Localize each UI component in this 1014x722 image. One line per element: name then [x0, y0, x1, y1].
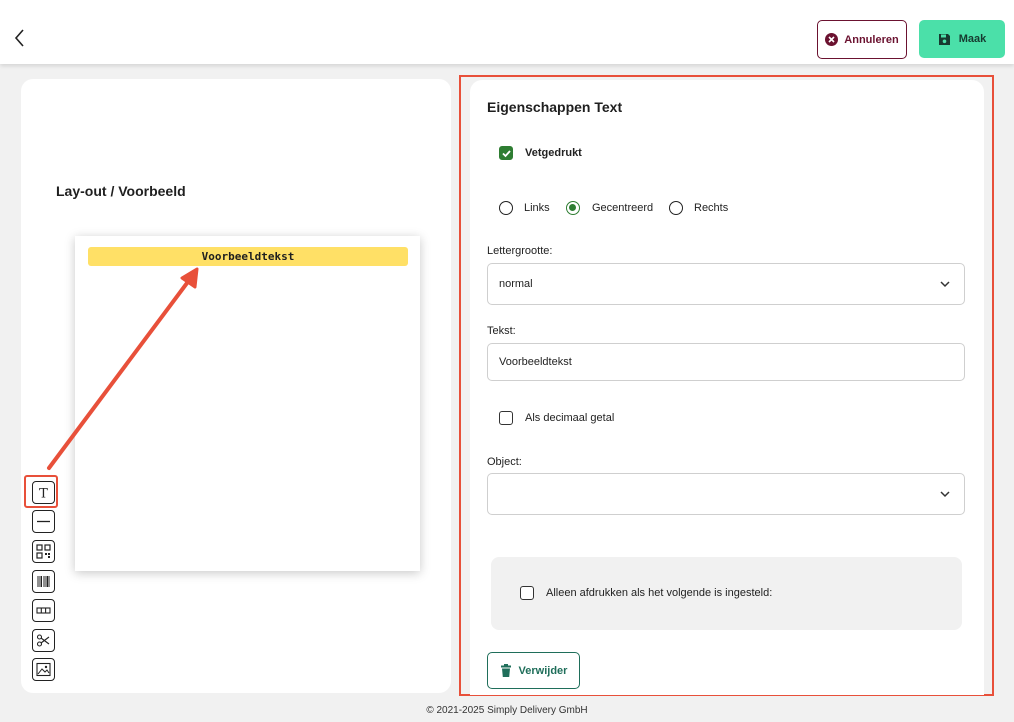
text-tool-button[interactable]: T — [32, 481, 55, 504]
text-tool-icon: T — [39, 487, 48, 501]
barcode-tool-button[interactable] — [32, 570, 55, 593]
back-button[interactable] — [10, 26, 32, 50]
align-right-label: Rechts — [694, 202, 729, 214]
text-input-value: Voorbeeldtekst — [499, 356, 572, 368]
footer-copyright: © 2021-2025 Simply Delivery GmbH — [426, 705, 588, 716]
save-button-label: Maak — [958, 33, 987, 45]
floppy-disk-icon — [938, 33, 950, 45]
scissors-tool-button[interactable] — [32, 629, 55, 652]
print-condition-checkbox[interactable] — [520, 586, 534, 600]
chevron-left-icon — [14, 29, 24, 47]
align-left-label: Links — [524, 202, 550, 214]
align-center-label: Gecentreerd — [592, 202, 654, 214]
scissors-tool-icon — [36, 634, 50, 647]
svg-text:T: T — [39, 487, 48, 501]
text-label: Tekst: — [487, 325, 516, 337]
bold-checkbox[interactable] — [499, 146, 513, 160]
text-input[interactable]: Voorbeeldtekst — [487, 343, 965, 381]
qr-code-tool-icon — [36, 544, 51, 559]
align-right-radio[interactable] — [669, 201, 683, 215]
bold-label: Vetgedrukt — [525, 147, 582, 159]
layout-title: Lay-out / Voorbeeld — [56, 183, 186, 199]
image-tool-button[interactable] — [32, 658, 55, 681]
barcode-tool-icon — [37, 576, 50, 587]
top-bar: Annuleren Maak — [0, 0, 1014, 64]
layout-preview-panel: Lay-out / Voorbeeld Voorbeeldtekst T — [21, 79, 451, 693]
object-label: Object: — [487, 456, 522, 468]
align-center-radio[interactable] — [566, 201, 580, 215]
preview-text-element[interactable]: Voorbeeldtekst — [88, 247, 408, 266]
print-condition-box: Alleen afdrukken als het volgende is ing… — [491, 557, 962, 630]
qr-code-tool-button[interactable] — [32, 540, 55, 563]
x-circle-icon — [825, 33, 839, 46]
delete-button-label: Verwijder — [518, 664, 568, 677]
line-tool-button[interactable] — [32, 510, 55, 533]
delete-button[interactable]: Verwijder — [487, 652, 580, 689]
properties-panel: Eigenschappen Text Vetgedrukt Links Gece… — [470, 80, 984, 695]
table-tool-button[interactable] — [32, 599, 55, 622]
font-size-label: Lettergrootte: — [487, 245, 553, 257]
font-size-value: normal — [499, 278, 533, 290]
cancel-button-label: Annuleren — [844, 33, 899, 46]
preview-canvas[interactable]: Voorbeeldtekst — [75, 236, 420, 571]
print-condition-label: Alleen afdrukken als het volgende is ing… — [546, 587, 773, 599]
cancel-button[interactable]: Annuleren — [817, 20, 907, 59]
align-left-radio[interactable] — [499, 201, 513, 215]
font-size-select[interactable]: normal — [487, 263, 965, 305]
checkmark-icon — [501, 149, 511, 157]
trash-icon — [500, 664, 511, 677]
chevron-down-icon — [940, 491, 950, 498]
image-tool-icon — [36, 662, 51, 677]
decimal-label: Als decimaal getal — [525, 412, 615, 424]
line-tool-icon — [37, 520, 50, 523]
object-select[interactable] — [487, 473, 965, 515]
decimal-checkbox[interactable] — [499, 411, 513, 425]
table-tool-icon — [36, 607, 51, 614]
properties-title: Eigenschappen Text — [487, 99, 623, 115]
save-button[interactable]: Maak — [919, 20, 1005, 58]
chevron-down-icon — [940, 281, 950, 288]
